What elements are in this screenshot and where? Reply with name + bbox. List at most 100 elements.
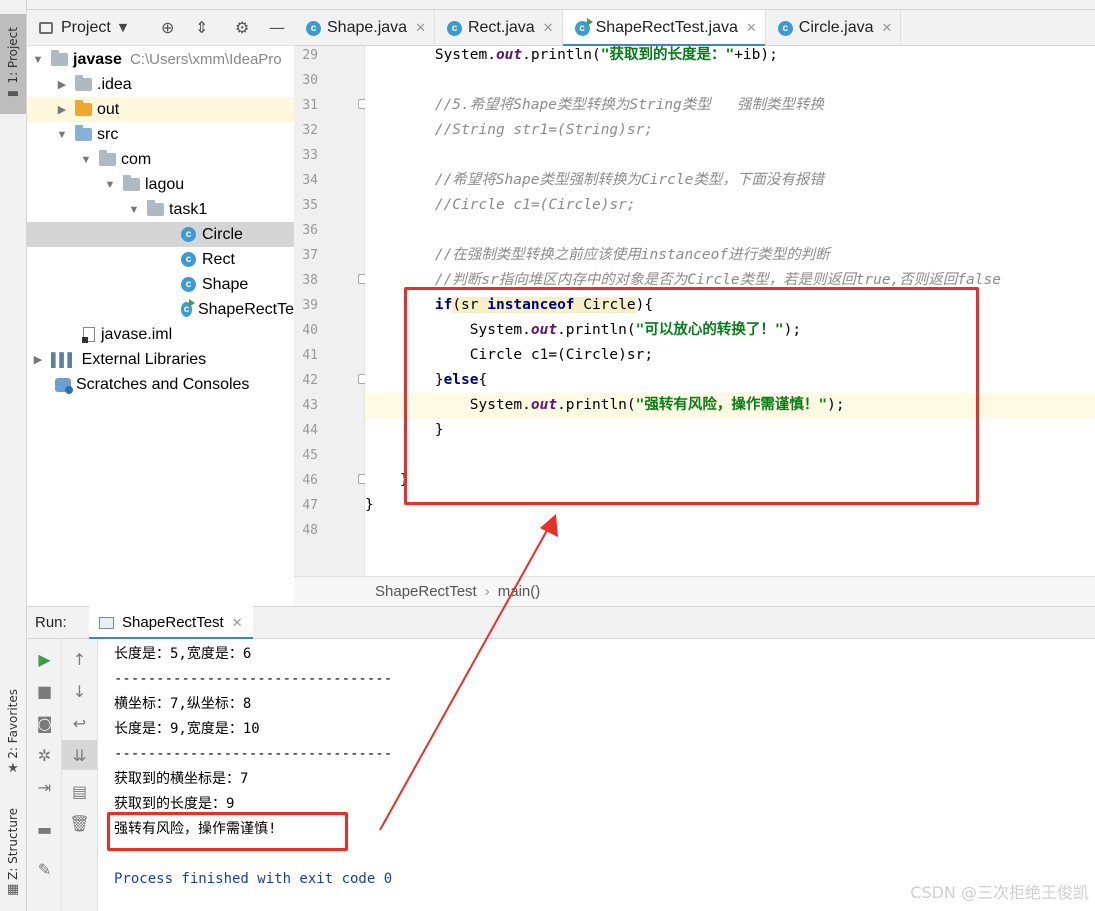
console-line: --------------------------------- [114,746,393,762]
tree-item-shape[interactable]: c Shape [27,272,294,297]
run-tab-shaperecttest[interactable]: ShapeRectTest ✕ [89,606,253,640]
chevron-right-icon[interactable]: ▶ [31,353,45,366]
line-number: 40 [302,323,318,338]
line-number: 33 [302,148,318,163]
project-tool-tab[interactable]: 1: Project ▬ [0,14,26,114]
scroll-to-end-icon[interactable]: ⇊ [62,740,97,770]
chevron-down-icon[interactable]: ▼ [79,154,93,166]
tree-item-lagou[interactable]: ▼ lagou [27,172,294,197]
chevron-down-icon[interactable]: ▼ [103,179,117,191]
tree-item-external-libraries[interactable]: ▶ ▌▌▌ External Libraries [27,347,294,372]
trash-icon[interactable]: 🗑 [62,808,97,838]
tab-shape-java[interactable]: c Shape.java ✕ [294,10,435,46]
hide-icon[interactable]: — [269,18,285,37]
line-number: 36 [302,223,318,238]
console-output[interactable]: 长度是：5,宽度是：6 ----------------------------… [98,639,1095,911]
chevron-right-icon[interactable]: ▶ [55,103,69,116]
tree-item-module[interactable]: ▼ javase C:\Users\xmm\IdeaPro [27,47,294,72]
tree-item-iml[interactable]: javase.iml [27,322,294,347]
run-panel-label: Run: [35,614,67,631]
code-line-34: //希望将Shape类型强制转换为Circle类型，下面没有报错 [365,172,824,188]
camera-icon[interactable]: ◙ [27,708,62,738]
class-icon: c [446,20,462,36]
class-icon: c [181,277,196,292]
runnable-class-icon: c [574,17,593,36]
project-view-selector[interactable]: Project [61,19,111,37]
structure-tool-tab[interactable]: Z: Structure ▦ [0,800,26,905]
close-icon[interactable]: ✕ [746,20,757,36]
structure-icon: ▦ [6,882,20,898]
tree-item-label: Scratches and Consoles [76,375,250,393]
left-tool-stripe: 1: Project ▬ 2: Favorites ★ Z: Structure… [0,0,27,911]
tab-rect-java[interactable]: c Rect.java ✕ [435,10,563,46]
favorites-tool-tab[interactable]: 2: Favorites ★ [0,680,26,785]
tree-item-circle[interactable]: c Circle [27,222,294,247]
tree-item-label: src [97,125,119,143]
favorites-tool-tab-label: 2: Favorites [6,688,20,759]
tree-item-label: lagou [145,175,185,193]
breadcrumb-method[interactable]: main() [498,583,541,600]
console-line: --------------------------------- [114,671,393,687]
line-number: 41 [302,348,318,363]
down-arrow-icon[interactable]: ↓ [62,676,97,706]
module-folder-icon [51,50,68,66]
tree-item-label: Rect [202,250,235,268]
exit-icon[interactable]: ⇥ [27,772,62,802]
soft-wrap-icon[interactable]: ↩ [62,708,97,738]
code-string: "获取到的长度是：" [600,47,735,63]
chevron-right-icon[interactable]: ▶ [55,78,69,91]
tree-item-scratches[interactable]: Scratches and Consoles [27,372,294,397]
tree-item-idea[interactable]: ▶ .idea [27,72,294,97]
close-icon[interactable]: ✕ [232,615,243,631]
module-file-icon [82,327,95,343]
tree-item-shaperecttest[interactable]: c ShapeRectTe [27,297,294,322]
tab-label: Shape.java [327,19,408,36]
collapse-all-icon[interactable]: ⇕ [195,18,208,37]
tree-item-label: Circle [202,225,243,243]
close-icon[interactable]: ✕ [543,20,554,36]
close-icon[interactable]: ✕ [415,20,426,36]
class-icon: c [306,20,321,36]
code-text: .println( [522,47,601,63]
editor-tab-bar: c Shape.java ✕ c Rect.java ✕ c ShapeRect… [294,10,1095,47]
debug-icon[interactable]: ✲ [27,740,62,770]
tab-circle-java[interactable]: c Circle.java ✕ [766,10,902,46]
stop-icon[interactable]: ■ [27,676,62,706]
tree-item-rect[interactable]: c Rect [27,247,294,272]
chevron-down-icon[interactable]: ▼ [55,129,69,141]
tree-item-task1[interactable]: ▼ task1 [27,197,294,222]
gear-icon[interactable]: ⚙ [235,18,249,37]
run-toolbar-primary: ▶ ■ ◙ ✲ ⇥ ▬ ✎ [27,639,62,911]
close-icon[interactable]: ✕ [881,20,892,36]
top-toolbar-strip [27,0,1095,10]
scratches-icon [55,377,73,394]
print-icon[interactable]: ▤ [62,776,97,806]
chevron-down-icon[interactable]: ▼ [127,204,141,216]
code-line-35: //Circle c1=(Circle)sr; [365,197,636,213]
project-tree: ▼ javase C:\Users\xmm\IdeaPro ▶ .idea ▶ … [27,46,294,606]
locate-icon[interactable]: ⊕ [161,18,174,37]
line-number: 44 [302,423,318,438]
tab-shaperecttest-java[interactable]: c ShapeRectTest.java ✕ [562,10,766,47]
breadcrumb-class[interactable]: ShapeRectTest [375,583,477,600]
code-line-31: //5.希望将Shape类型转换为String类型 强制类型转换 [365,97,824,113]
console-line: 长度是：5,宽度是：6 [114,646,252,662]
tree-item-out[interactable]: ▶ out [27,97,294,122]
tree-item-label: out [97,100,120,118]
star-icon: ★ [7,761,19,777]
chevron-down-icon[interactable]: ▼ [31,54,45,66]
line-number: 38 [302,273,318,288]
tree-item-src[interactable]: ▼ src [27,122,294,147]
tree-item-label: task1 [169,200,208,218]
tree-item-com[interactable]: ▼ com [27,147,294,172]
chevron-down-icon[interactable]: ▼ [119,21,127,34]
tab-label: Rect.java [467,19,535,36]
run-icon[interactable]: ▶ [27,644,62,674]
package-icon [123,175,140,191]
line-number: 42 [302,373,318,388]
annotation-box-output [107,812,348,851]
pin-icon[interactable]: ✎ [27,854,62,884]
up-arrow-icon[interactable]: ↑ [62,644,97,674]
layout-icon[interactable]: ▬ [27,814,62,844]
line-number: 31 [302,98,318,113]
